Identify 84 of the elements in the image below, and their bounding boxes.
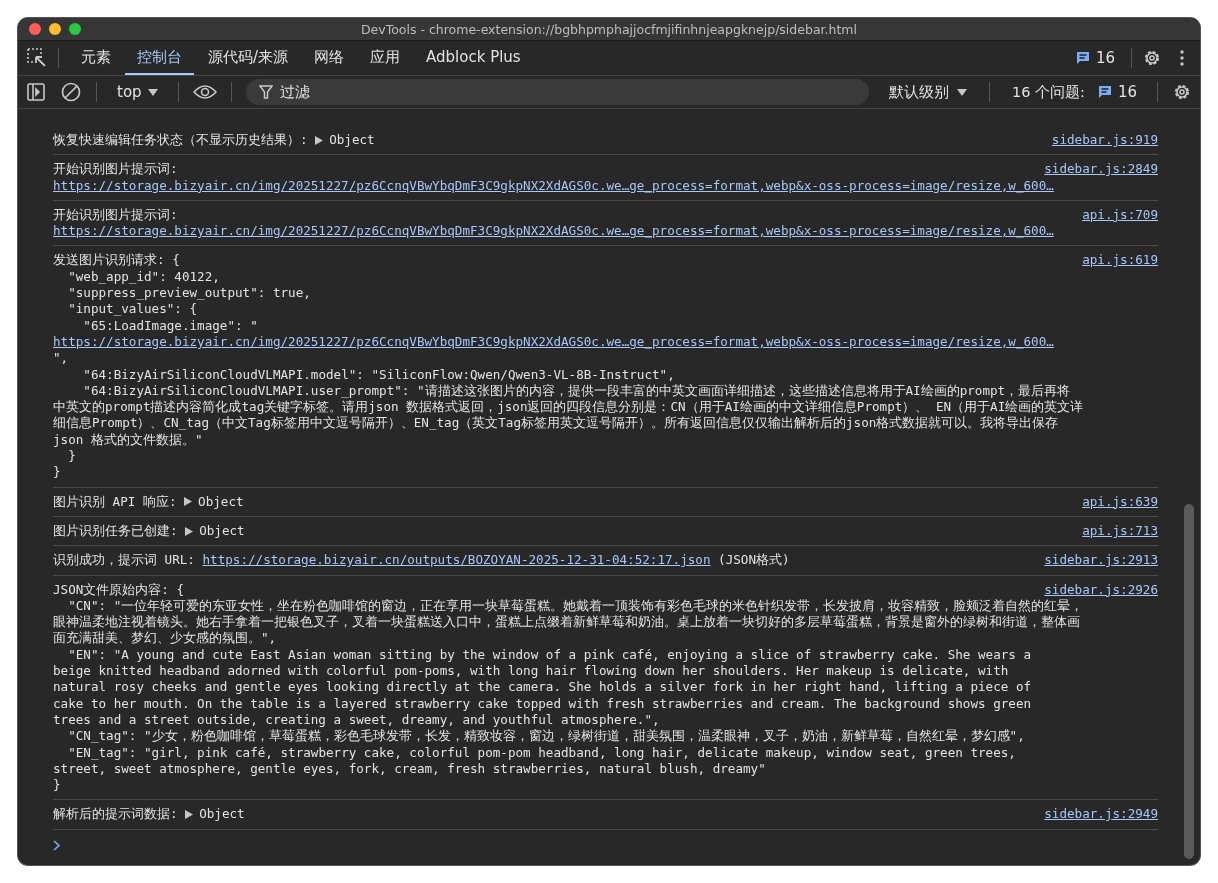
panel-tab[interactable]: 元素 <box>69 41 123 75</box>
log-level-select[interactable]: 默认级别 <box>880 82 975 102</box>
source-link[interactable]: api.js:619 <box>1082 252 1158 269</box>
url-link[interactable]: https://storage.bizyair.cn/img/20251227/pz6CcnqVBwYbqDmF3C9gkpNX2XdAGS0c.we…ge_process=format,webp&x-oss-process=image/resize,w_600… <box>53 177 1054 194</box>
scrollbar-thumb[interactable] <box>1184 504 1194 859</box>
log-text: 中英文的prompt描述内容简化成tag关键字标签。请用json 数据格式返回，json返回的四段信息分别是：CN（用于AI绘画的中文详细信息Prompt）、 EN（用于AI绘画的英文详 <box>53 399 1084 416</box>
source-link[interactable]: sidebar.js:2926 <box>1044 581 1158 598</box>
log-text: "web_app_id": 40122, <box>67 268 220 286</box>
window-title: DevTools - chrome-extension://bgbhpmphajjocfmjifinhnjeapgknejp/sidebar.html <box>361 21 857 37</box>
log-text: 解析后的提示词数据: <box>53 806 179 823</box>
log-text: } <box>67 448 76 465</box>
log-text: 识别成功，提示词 URL: <box>53 552 196 569</box>
object-toggle[interactable]: Object <box>315 132 375 149</box>
log-text: 开始识别图片提示词: <box>53 206 178 224</box>
message-icon <box>1074 50 1091 66</box>
issues-label: 16 个问题: <box>1011 82 1085 102</box>
log-text: 恢复快速编辑任务状态（不显示历史结果）: <box>53 132 309 149</box>
log-text: 发送图片识别请求: { <box>53 252 180 269</box>
expand-triangle-icon <box>315 135 324 145</box>
source-link[interactable]: sidebar.js:2849 <box>1044 161 1158 178</box>
sidebar-toggle-icon[interactable] <box>26 82 46 102</box>
source-link[interactable]: api.js:709 <box>1082 206 1158 224</box>
panel-tab[interactable]: 控制台 <box>125 41 194 75</box>
log-text: "64:BizyAirSiliconCloudVLMAPI.user_prompt": "请描述这张图片的内容，提供一段丰富的中英文画面详细描述，这些描述信息将用于AI绘画的prompt，最后再将 <box>82 382 1071 400</box>
panel-tab[interactable]: Adblock Plus <box>414 41 533 75</box>
log-text: "EN": "A young and cute East Asian woman sitting by the window of a pink café, enjoying a slice of strawberry cake. She wears a <box>67 646 1032 663</box>
log-text: json 格式的文件数据。" <box>53 431 203 449</box>
settings-icon[interactable] <box>1172 82 1192 102</box>
log-text: "65:LoadImage.image": " <box>82 317 258 334</box>
url-link[interactable]: https://storage.bizyair.cn/img/20251227/pz6CcnqVBwYbqDmF3C9gkpNX2XdAGS0c.we…ge_process=format,webp&x-oss-process=image/resize,w_600… <box>53 223 1054 240</box>
url-link[interactable]: https://storage.bizyair.cn/outputs/BOZOYAN-2025-12-31-04:52:17.json <box>202 552 711 569</box>
object-toggle[interactable]: Object <box>185 806 245 823</box>
log-text: ", <box>53 350 69 367</box>
source-link[interactable]: api.js:713 <box>1082 522 1158 540</box>
log-text: 眼神温柔地注视着镜头。她右手拿着一把银色叉子，叉着一块蛋糕送入口中，蛋糕上点缀着新鲜草莓和奶油。桌上放着一块切好的多层草莓蛋糕，背景是窗外的绿树和街道，整体画 <box>53 614 1080 631</box>
issues-badge[interactable]: 16 <box>1090 83 1143 101</box>
panel-tab[interactable]: 网络 <box>302 41 357 75</box>
expand-triangle-icon <box>185 526 194 536</box>
log-text: "64:BizyAirSiliconCloudVLMAPI.model": "SiliconFlow:Qwen/Qwen3-VL-8B-Instruct", <box>82 366 675 383</box>
log-text: "CN_tag": "少女，粉色咖啡馆，草莓蛋糕，彩色毛球发带，长发，精致妆容，窗边，绿树街道，甜美氛围，温柔眼神，叉子，奶油，新鲜草莓，自然红晕，梦幻感", <box>67 728 1025 745</box>
log-text: trees and a street outside, creating a sweet, dreamy, and youthful atmosphere.", <box>53 711 660 729</box>
expand-triangle-icon <box>185 810 194 820</box>
source-link[interactable]: api.js:639 <box>1082 493 1158 510</box>
log-text: 面充满甜美、梦幻、少女感的氛围。", <box>53 630 277 647</box>
eye-icon[interactable] <box>192 84 217 100</box>
dropdown-caret-icon <box>147 88 158 96</box>
log-text: } <box>53 777 61 794</box>
log-text: JSON文件原始内容: { <box>53 581 185 598</box>
log-text: "input_values": { <box>67 301 198 318</box>
log-text: 图片识别 API 响应: <box>53 493 178 510</box>
log-text: cake to her mouth. On the table is a layered strawberry cake topped with fresh strawberries and cream. The background shows green <box>53 695 1032 712</box>
log-text: "EN_tag": "girl, pink café, strawberry cake, colorful pom-pom headband, long hair, delicate makeup, window seat, green trees, <box>67 744 1016 761</box>
message-icon <box>1096 84 1113 100</box>
log-text: "CN": "一位年轻可爱的东亚女性，坐在粉色咖啡馆的窗边，正在享用一块草莓蛋糕。她戴着一顶装饰有彩色毛球的米色针织发带，长发披肩，妆容精致，脸颊泛着自然的红晕， <box>67 597 1084 615</box>
minimize-button[interactable] <box>49 23 61 35</box>
log-text: street, sweet atmosphere, gentle eyes, fork, cream, fresh strawberries, natural blush, dreamy" <box>53 760 766 778</box>
dropdown-caret-icon <box>956 88 967 96</box>
inspect-element-icon[interactable] <box>26 47 48 69</box>
panel-tab[interactable]: 源代码/来源 <box>196 41 301 75</box>
context-select[interactable]: top <box>111 83 164 101</box>
object-toggle[interactable]: Object <box>184 493 244 510</box>
close-button[interactable] <box>29 23 41 35</box>
panel-tab[interactable]: 应用 <box>358 41 413 75</box>
filter-icon <box>258 85 273 99</box>
log-text: 细信息Prompt）、CN_tag（中文Tag标签用中文逗号隔开）、EN_tag（英文Tag标签用英文逗号隔开）。所有返回信息仅仅输出解析后的json格式数据就可以。我将导出保存 <box>53 415 1059 432</box>
issues-badge[interactable]: 16 <box>1068 49 1121 67</box>
source-link[interactable]: sidebar.js:919 <box>1051 132 1158 149</box>
filter-field[interactable]: 过滤 <box>245 79 869 105</box>
prompt-chevron-icon <box>53 839 61 851</box>
expand-triangle-icon <box>184 497 193 507</box>
source-link[interactable]: sidebar.js:2913 <box>1044 552 1158 569</box>
log-text: (JSON格式) <box>717 552 790 569</box>
zoom-button[interactable] <box>69 23 81 35</box>
object-toggle[interactable]: Object <box>185 522 245 540</box>
source-link[interactable]: sidebar.js:2949 <box>1044 806 1158 823</box>
url-link[interactable]: https://storage.bizyair.cn/img/20251227/pz6CcnqVBwYbqDmF3C9gkpNX2XdAGS0c.we…ge_process=format,webp&x-oss-process=image/resize,w_600… <box>53 333 1054 351</box>
log-text: 图片识别任务已创建: <box>53 522 179 540</box>
log-text: natural rosy cheeks and gentle eyes looking directly at the camera. She holds a silver fork in her right hand, lifting a piece of <box>53 679 1032 696</box>
log-text: 开始识别图片提示词: <box>53 161 178 178</box>
log-text: beige knitted headband adorned with colorful pom-poms, with long hair flowing down her shoulders. Her makeup is delicate, with <box>53 663 1009 680</box>
clear-console-icon[interactable] <box>60 81 82 103</box>
settings-icon[interactable] <box>1142 48 1162 68</box>
log-text: "suppress_preview_output": true, <box>67 285 311 302</box>
log-text: } <box>53 464 61 481</box>
